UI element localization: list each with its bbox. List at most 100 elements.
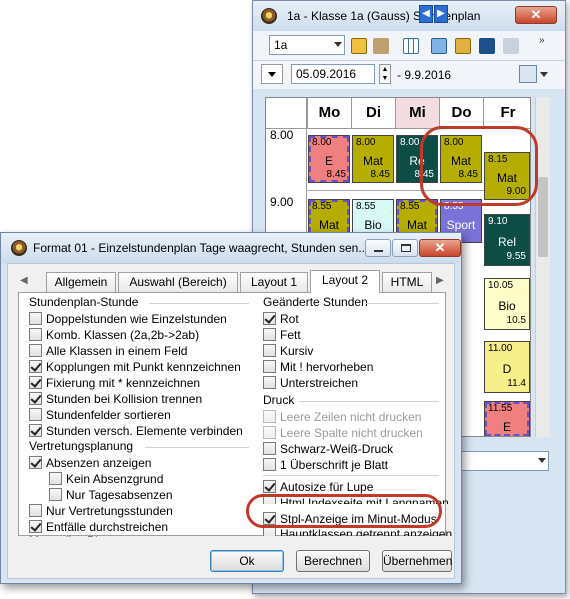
checkbox-row[interactable]: Nur Vertretungsstunden [29, 503, 173, 519]
checkbox[interactable] [49, 488, 62, 502]
format-select[interactable] [457, 451, 549, 471]
lesson-cell[interactable]: 11.00 D 11.4 [484, 341, 530, 393]
checkbox-row[interactable]: Autosize für Lupe [263, 479, 373, 495]
next-element-arrow-icon[interactable]: ▶ [434, 5, 448, 23]
checkbox[interactable] [29, 456, 42, 470]
checkbox-row[interactable]: Kursiv [263, 343, 313, 359]
tab-allgemein[interactable]: Allgemein [46, 272, 116, 292]
checkbox[interactable] [263, 360, 276, 374]
undo-icon[interactable] [503, 38, 519, 54]
checkbox-row[interactable]: Stunden bei Kollision trennen [29, 391, 202, 407]
checkbox[interactable] [29, 392, 42, 406]
checkbox-row: Leere Spalte nicht drucken [263, 425, 423, 441]
class-select[interactable]: 1a [269, 35, 345, 55]
layout-icon[interactable] [431, 38, 447, 54]
lesson-cell[interactable]: 8.00 E 8.45 [308, 135, 350, 183]
time-label-9: 9.00 [270, 195, 294, 209]
checkbox[interactable] [263, 344, 276, 358]
berechnen-button[interactable]: Berechnen [296, 550, 370, 572]
checkbox-row[interactable]: Komb. Klassen (2a,2b->2ab) [29, 327, 199, 343]
checkbox-row[interactable]: Mit ! hervorheben [263, 359, 373, 375]
checkbox-row[interactable]: Absenzen anzeigen [29, 455, 151, 471]
checkbox [263, 426, 276, 440]
checkbox-row[interactable]: Nur Tagesabsenzen [49, 487, 173, 503]
date-dropdown-button[interactable] [261, 64, 283, 84]
calendar-dropdown-icon[interactable] [540, 72, 548, 77]
checkbox[interactable] [263, 312, 276, 326]
checkbox-row[interactable]: Schwarz-Weiß-Druck [263, 441, 393, 457]
checkbox[interactable] [263, 480, 276, 494]
checkbox[interactable] [29, 344, 42, 358]
checkbox-row[interactable]: Kein Absenzgrund [49, 471, 163, 487]
highlight-ring [420, 126, 538, 206]
day-header-mo: Mo [307, 98, 351, 128]
checkbox[interactable] [29, 376, 42, 390]
minimize-button[interactable] [365, 239, 391, 257]
checkbox[interactable] [263, 442, 276, 456]
timetable-close-button[interactable]: ✕ [515, 6, 557, 24]
group-geaenderte-stunden: Geänderte Stunden [263, 295, 368, 309]
lock-icon[interactable] [455, 38, 471, 54]
checkbox-row[interactable]: Rot [263, 311, 299, 327]
checkbox[interactable] [29, 408, 42, 422]
date-from-field[interactable]: 05.09.2016 [291, 64, 375, 84]
checkbox-row[interactable]: Fett [263, 327, 301, 343]
checkbox-row[interactable]: Doppelstunden wie Einzelstunden [29, 311, 227, 327]
dialog-titlebar: Format 01 - Einzelstundenplan Tage waagr… [1, 233, 461, 263]
checkbox-row[interactable]: Alle Klassen in einem Feld [29, 343, 187, 359]
lesson-cell[interactable]: 9.10 Rel 9.55 [484, 214, 530, 266]
lesson-cell[interactable]: 10.05 Bio 10.5 [484, 278, 530, 330]
day-header-do: Do [439, 98, 483, 128]
group-druck: Druck [263, 393, 295, 407]
checkbox[interactable] [263, 376, 276, 390]
dialog-title: Format 01 - Einzelstundenplan Tage waagr… [33, 241, 369, 255]
date-spinner[interactable]: ▲ ▼ [379, 64, 391, 84]
tab-html[interactable]: HTML [382, 272, 432, 292]
checkbox[interactable] [49, 472, 62, 486]
checkbox-row[interactable]: Kopplungen mit Punkt kennzeichnen [29, 359, 241, 375]
lesson-cell[interactable]: 8.00 Mat 8.45 [352, 135, 394, 183]
checkbox[interactable] [29, 520, 42, 534]
grid-icon[interactable] [403, 38, 419, 54]
toolbar-overflow-icon[interactable]: » [539, 35, 545, 46]
group-vertretungsplanung: Vertretungsplanung [29, 439, 134, 453]
untis-app-icon [11, 240, 27, 256]
scrollbar-thumb[interactable] [538, 177, 548, 257]
dialog-close-button[interactable]: ✕ [419, 239, 461, 257]
time-label-8: 8.00 [270, 128, 294, 142]
checkbox[interactable] [29, 328, 42, 342]
checkbox-row[interactable]: Stundenfelder sortieren [29, 407, 171, 423]
checkbox-row[interactable]: Unterstreichen [263, 375, 358, 391]
checkbox-row[interactable]: Fixierung mit * kennzeichnen [29, 375, 200, 391]
tab-layout-2[interactable]: Layout 2 [310, 270, 380, 293]
untis-app-icon [261, 8, 277, 24]
maximize-button[interactable] [392, 239, 418, 257]
tab-layout-1[interactable]: Layout 1 [240, 272, 308, 292]
timetable-toolbar: 1a » [253, 31, 565, 61]
notes-icon[interactable] [351, 38, 367, 54]
checkbox[interactable] [29, 312, 42, 326]
date-to-label: - 9.9.2016 [397, 68, 452, 82]
tab-auswahl[interactable]: Auswahl (Bereich) [118, 272, 238, 292]
group-manuelles-planen: Manuelles Planen [29, 534, 124, 537]
checkbox[interactable] [29, 424, 42, 438]
binoculars-icon[interactable] [479, 38, 495, 54]
uebernehmen-button[interactable]: Übernehmen [382, 550, 452, 572]
checkbox[interactable] [263, 458, 276, 472]
tab-scroll-right-icon[interactable]: ▶ [436, 275, 444, 286]
tab-scroll-left-icon[interactable]: ◀ [20, 275, 28, 286]
calendar-icon[interactable] [519, 65, 537, 83]
lesson-cell[interactable]: 11.55 E [484, 401, 530, 436]
group-stundenplan-stunde: Stundenplan-Stunde [29, 295, 139, 309]
people-icon[interactable] [373, 38, 389, 54]
checkbox[interactable] [263, 328, 276, 342]
checkbox-row[interactable]: Stunden versch. Elemente verbinden [29, 423, 243, 439]
checkbox-row[interactable]: Entfälle durchstreichen [29, 519, 168, 535]
checkbox[interactable] [263, 527, 276, 536]
checkbox[interactable] [29, 360, 42, 374]
prev-element-arrow-icon[interactable]: ◀ [419, 5, 433, 23]
checkbox[interactable] [29, 504, 42, 518]
checkbox-row[interactable]: 1 Überschrift je Blatt [263, 457, 388, 473]
dialog-body: ◀ Allgemein Auswahl (Bereich) Layout 1 L… [7, 263, 455, 579]
ok-button[interactable]: Ok [210, 550, 284, 572]
